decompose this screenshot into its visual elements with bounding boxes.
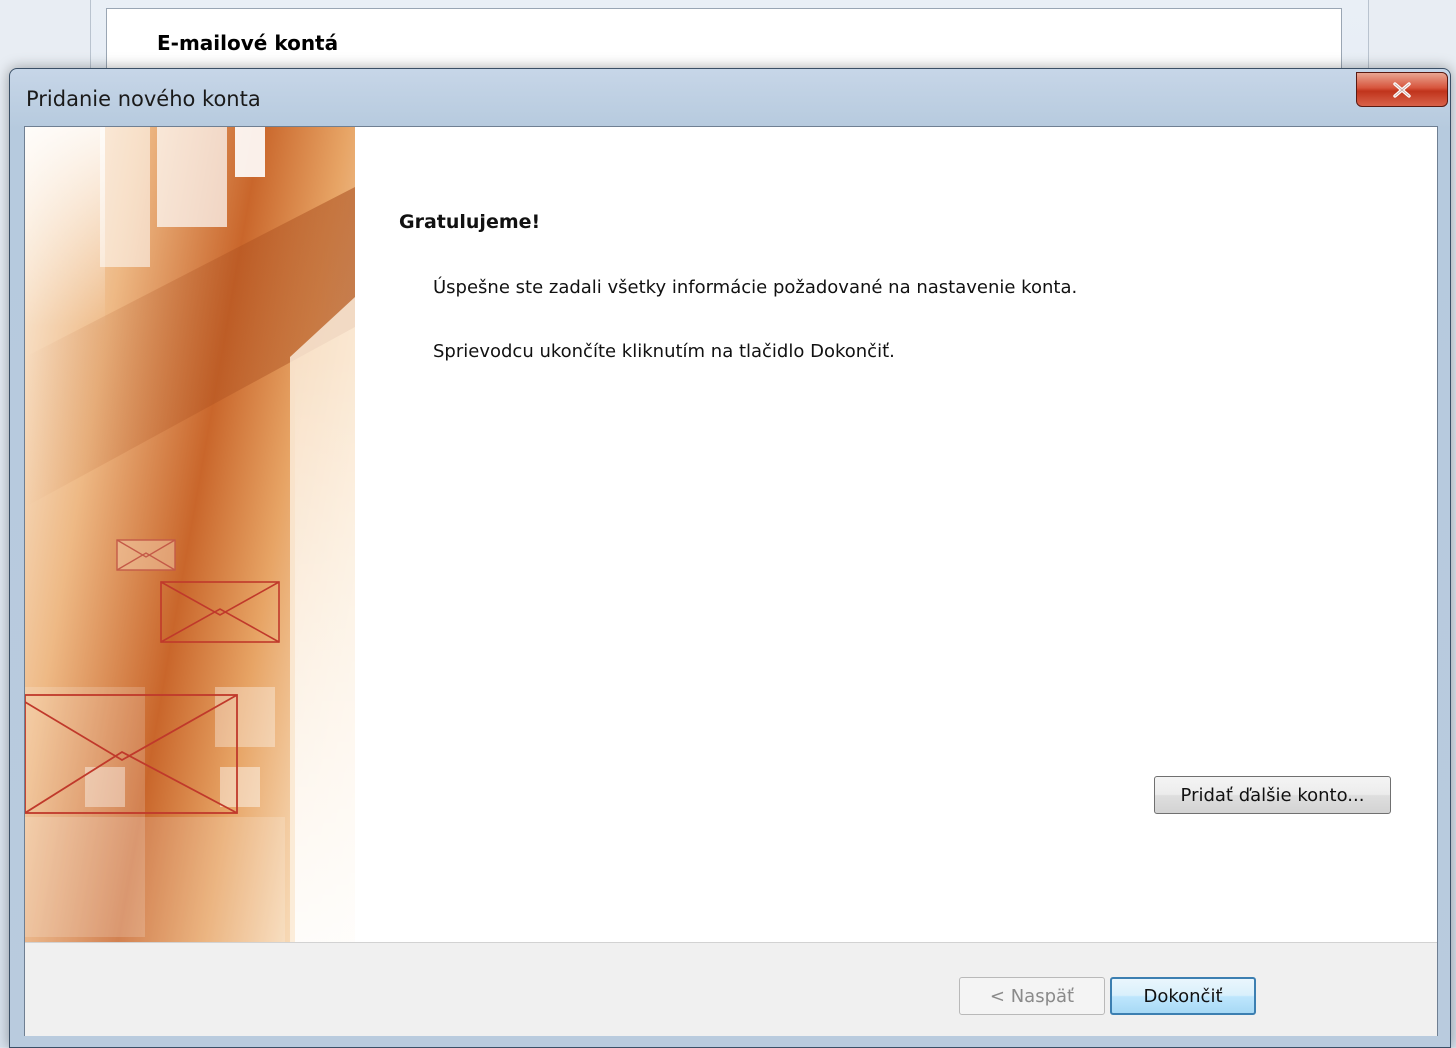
add-account-dialog: Pridanie nového konta Gratulujeme! Úspeš… (9, 68, 1451, 1048)
close-button[interactable] (1356, 72, 1448, 107)
wizard-banner-image (25, 127, 355, 942)
envelope-icon (116, 539, 176, 571)
envelope-icon (160, 581, 280, 643)
dialog-titlebar[interactable]: Pridanie nového konta (10, 69, 1450, 125)
background-title: E-mailové kontá (157, 31, 339, 55)
wizard-content: Gratulujeme! Úspešne ste zadali všetky i… (355, 127, 1437, 942)
finish-button[interactable]: Dokončiť (1110, 977, 1256, 1015)
banner-artwork (25, 127, 355, 942)
success-message: Úspešne ste zadali všetky informácie pož… (433, 277, 1078, 298)
add-another-account-button[interactable]: Pridať ďalšie konto... (1154, 776, 1391, 814)
close-icon (1393, 81, 1411, 98)
dialog-title: Pridanie nového konta (26, 87, 261, 111)
dialog-client-area: Gratulujeme! Úspešne ste zadali všetky i… (24, 126, 1438, 1036)
finish-instruction: Sprievodcu ukončíte kliknutím na tlačidl… (433, 341, 895, 362)
wizard-footer: < Naspäť Dokončiť (25, 942, 1437, 1036)
page-heading: Gratulujeme! (399, 211, 541, 233)
back-button: < Naspäť (959, 977, 1105, 1015)
